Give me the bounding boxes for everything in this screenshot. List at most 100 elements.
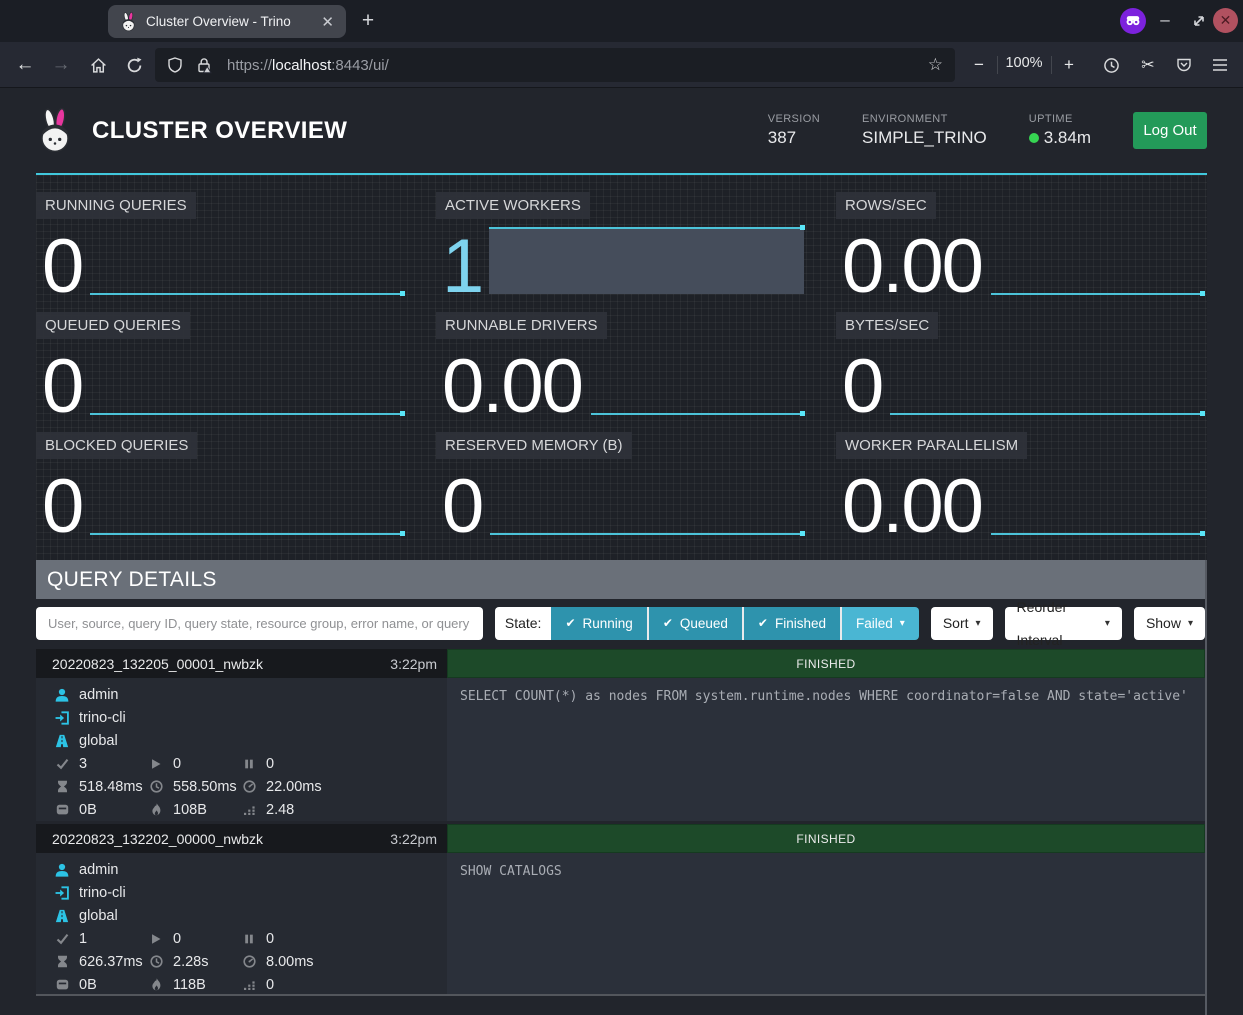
url-bar[interactable]: https://localhost:8443/ui/ ☆: [155, 48, 955, 82]
tab-close-icon[interactable]: ✕: [319, 13, 336, 31]
sparkline: [490, 533, 804, 535]
zoom-out-button[interactable]: −: [966, 52, 992, 78]
new-tab-button[interactable]: +: [354, 7, 382, 35]
menu-hamburger-icon[interactable]: [1207, 52, 1233, 78]
running-splits: 0: [173, 756, 181, 772]
stat-value: 0: [42, 229, 82, 305]
query-user: admin: [79, 862, 119, 878]
total-time-clock-icon: [148, 780, 164, 793]
caret-down-icon: ▾: [900, 607, 905, 640]
version-value: 387: [768, 128, 820, 148]
shield-icon[interactable]: [167, 57, 183, 73]
running-splits: 0: [173, 931, 181, 947]
source-signin-icon: [54, 886, 70, 900]
query-id-link[interactable]: 20220823_132205_00001_nwbzk: [52, 656, 263, 672]
current-memory: 0B: [79, 977, 97, 993]
uptime-value: 3.84m: [1044, 128, 1091, 148]
query-status-badge: FINISHED: [447, 649, 1205, 678]
stat-tile-active-workers: ACTIVE WORKERS 1: [436, 192, 807, 298]
cluster-header: CLUSTER OVERVIEW VERSION 387 ENVIRONMENT…: [0, 88, 1243, 173]
stat-value: 0.00: [442, 349, 582, 425]
sparkline: [991, 293, 1204, 295]
state-filter-finished[interactable]: ✔Finished: [742, 607, 840, 640]
page-title: CLUSTER OVERVIEW: [92, 117, 347, 145]
uptime-label: UPTIME: [1029, 113, 1091, 125]
zoom-in-button[interactable]: +: [1056, 52, 1082, 78]
query-resource-group: global: [79, 908, 118, 924]
bookmark-star-icon[interactable]: ☆: [928, 55, 943, 75]
browser-navbar: ← → https://localhost:8443/ui/ ☆ − 100% …: [0, 42, 1243, 88]
lock-warning-icon[interactable]: [196, 57, 213, 74]
stat-label: WORKER PARALLELISM: [836, 432, 1027, 459]
home-button[interactable]: [85, 52, 111, 78]
query-time: 3:22pm: [390, 656, 437, 672]
query-status-badge: FINISHED: [447, 824, 1205, 853]
stat-tile-runnable-drivers: RUNNABLE DRIVERS 0.00: [436, 312, 807, 418]
zoom-level[interactable]: 100%: [1002, 55, 1046, 71]
url-text: https://localhost:8443/ui/: [227, 57, 389, 74]
show-dropdown[interactable]: Show▾: [1134, 607, 1205, 640]
screenshot-icon[interactable]: ✂: [1135, 52, 1161, 78]
user-icon: [54, 863, 70, 877]
query-user: admin: [79, 687, 119, 703]
window-minimize-button[interactable]: –: [1154, 7, 1176, 33]
stat-value: 1: [442, 229, 482, 305]
browser-titlebar: Cluster Overview - Trino ✕ + – ✕: [0, 0, 1243, 42]
stat-label: RUNNING QUERIES: [36, 192, 196, 219]
reorder-interval-dropdown[interactable]: Reorder Interval▾: [1005, 607, 1122, 640]
trino-logo: [36, 108, 74, 154]
history-clock-icon[interactable]: [1098, 52, 1124, 78]
sparkline: [90, 293, 404, 295]
sparkline: [591, 413, 804, 415]
query-filter-toolbar: State: ✔Running ✔Queued ✔Finished Failed…: [36, 607, 1205, 640]
stat-tile-worker-parallelism: WORKER PARALLELISM 0.00: [836, 432, 1207, 538]
stat-label: QUEUED QUERIES: [36, 312, 190, 339]
forward-button[interactable]: →: [48, 52, 74, 78]
check-icon: ✔: [565, 607, 575, 640]
uptime-status-dot: [1029, 133, 1039, 143]
state-filter-queued[interactable]: ✔Queued: [647, 607, 742, 640]
state-filter-group: State: ✔Running ✔Queued ✔Finished Failed…: [495, 607, 919, 640]
caret-down-icon: ▾: [976, 607, 981, 640]
user-icon: [54, 688, 70, 702]
stat-value: 0.00: [842, 469, 982, 545]
peak-memory: 108B: [173, 802, 207, 818]
state-filter-failed-dropdown[interactable]: Failed▾: [840, 607, 919, 640]
cumulative-memory: 0: [266, 977, 274, 993]
cpu-time: 22.00ms: [266, 779, 322, 795]
sparkline-filled: [489, 227, 804, 294]
queued-splits: 0: [266, 931, 274, 947]
logout-button[interactable]: Log Out: [1133, 112, 1207, 149]
state-filter-running[interactable]: ✔Running: [551, 607, 646, 640]
private-browsing-icon: [1120, 8, 1146, 34]
peak-memory-fire-icon: [148, 803, 164, 816]
pocket-icon[interactable]: [1171, 52, 1197, 78]
stat-value: 0: [442, 469, 482, 545]
sparkline: [90, 413, 404, 415]
queued-splits: 0: [266, 756, 274, 772]
toolbar-divider: [1051, 56, 1052, 74]
completed-splits-check-icon: [54, 757, 70, 770]
sort-dropdown[interactable]: Sort▾: [931, 607, 993, 640]
reload-button[interactable]: [121, 52, 147, 78]
stat-tile-bytes-sec: BYTES/SEC 0: [836, 312, 1207, 418]
cumulative-memory-chart-icon: [241, 803, 257, 816]
check-icon: ✔: [663, 607, 673, 640]
wall-time-hourglass-icon: [54, 780, 70, 793]
cumulative-memory: 2.48: [266, 802, 294, 818]
stat-tile-running-queries: RUNNING QUERIES 0: [36, 192, 407, 298]
environment-label: ENVIRONMENT: [862, 113, 987, 125]
query-search-input[interactable]: [36, 607, 483, 640]
check-icon: ✔: [758, 607, 768, 640]
query-id-link[interactable]: 20220823_132202_00000_nwbzk: [52, 831, 263, 847]
stat-value: 0.00: [842, 229, 982, 305]
stat-label: ACTIVE WORKERS: [436, 192, 590, 219]
page-content: CLUSTER OVERVIEW VERSION 387 ENVIRONMENT…: [0, 88, 1243, 1013]
running-splits-play-icon: [148, 933, 164, 945]
back-button[interactable]: ←: [12, 52, 38, 78]
window-close-button[interactable]: ✕: [1213, 8, 1238, 33]
browser-tab[interactable]: Cluster Overview - Trino ✕: [108, 5, 346, 38]
window-maximize-button[interactable]: [1191, 13, 1207, 29]
total-time-clock-icon: [148, 955, 164, 968]
total-time: 558.50ms: [173, 779, 237, 795]
